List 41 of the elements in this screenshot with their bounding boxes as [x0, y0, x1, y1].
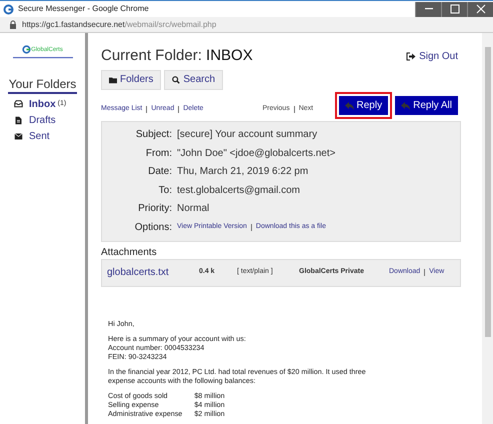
field-value: [secure] Your account summary	[177, 128, 318, 142]
field-label: Options:	[134, 220, 173, 235]
maximize-button[interactable]	[441, 2, 467, 16]
field-label: Subject:	[134, 128, 173, 142]
close-button[interactable]	[467, 2, 493, 16]
reply-arrow-icon	[401, 102, 410, 110]
tagline-drawing	[12, 56, 72, 59]
sign-out-link[interactable]: Sign Out	[406, 48, 458, 64]
lock-icon	[9, 20, 17, 29]
app-logo-icon	[3, 4, 14, 14]
scrollbar[interactable]	[482, 33, 493, 424]
minimize-button[interactable]	[415, 2, 441, 16]
minimize-icon	[424, 8, 432, 10]
reply-button[interactable]: Reply All	[395, 96, 458, 115]
field-label: Priority:	[137, 202, 173, 216]
field-value: test.globalcerts@gmail.com	[177, 184, 300, 198]
document-icon	[14, 116, 23, 125]
envelope-icon	[14, 132, 23, 141]
toolbar-button[interactable]: Folders	[101, 70, 162, 90]
sidebar-heading: Your Folders	[8, 77, 78, 94]
folder-link[interactable]: Inbox	[29, 97, 56, 112]
logo-g-icon	[22, 45, 32, 54]
field-label: From:	[144, 146, 173, 161]
folder-link[interactable]: Sent	[29, 129, 50, 144]
toolbar-button[interactable]: Search	[164, 70, 224, 90]
attachments-heading: Attachments	[101, 246, 158, 258]
reply-button[interactable]: Reply	[338, 96, 388, 115]
folder-link[interactable]: Drafts	[29, 113, 56, 128]
field-value: "John Doe" <jdoe@globalcerts.net>	[177, 146, 336, 161]
reply-arrow-icon	[344, 102, 354, 110]
attachment-link[interactable]: globalcerts.txt	[107, 265, 199, 280]
field-value: Thu, March 21, 2019 6:22 pm	[177, 165, 308, 180]
inbox-icon	[14, 100, 23, 109]
sign-out-icon	[406, 52, 416, 61]
folder-title: Current Folder: INBOX	[101, 46, 253, 66]
field-label: To:	[158, 184, 173, 198]
search-icon	[172, 76, 180, 84]
folder-icon	[109, 76, 117, 84]
field-label: Date:	[147, 165, 173, 180]
window-title: Secure Messenger - Google Chrome	[18, 3, 150, 15]
field-value: Normal	[177, 202, 210, 216]
